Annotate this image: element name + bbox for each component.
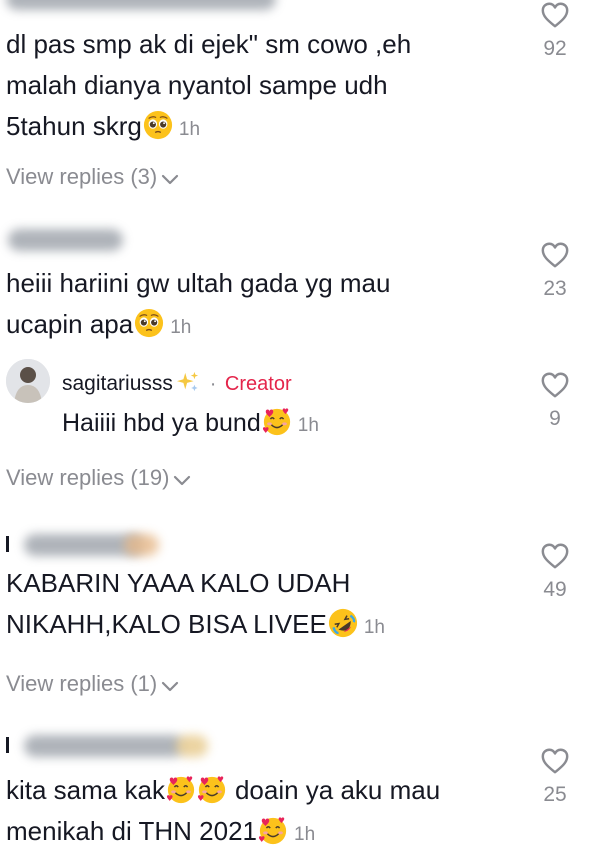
pleading-face-icon [134, 308, 164, 338]
heart-icon[interactable] [539, 240, 571, 270]
comment-text-line: dl pas smp ak di ejek" sm cowo ,eh [6, 29, 412, 59]
comment: kita sama kak doain ya aku mau menikah di… [6, 770, 440, 855]
comment-time: 1h [294, 824, 316, 845]
heart-icon[interactable] [539, 541, 571, 571]
commenter-username-blurred-wrap[interactable] [6, 532, 166, 558]
avatar[interactable] [6, 359, 50, 403]
comment-text-line: ucapin apa 1h [6, 304, 390, 348]
comment-text: menikah di THN 2021 [6, 816, 257, 846]
separator-dot: · [209, 373, 217, 395]
view-replies-label: View replies (3) [6, 164, 158, 189]
comment-text: 5tahun skrg [6, 111, 142, 141]
creator-username[interactable]: sagitariusss [62, 372, 173, 395]
like-count: 23 [543, 277, 567, 300]
comment-text-line: NIKAHH,KALO BISA LIVEE 1h [6, 604, 385, 648]
smiling-face-with-hearts-icon [166, 774, 196, 804]
comment-text-line: kita sama kak doain ya aku mau [6, 770, 440, 811]
sparkles-icon [177, 371, 199, 392]
comment-text-line: malah dianya nyantol sampe udh [6, 70, 388, 100]
comment-text-line: heiii hariini gw ultah gada yg mau [6, 268, 391, 298]
like-control[interactable]: 49 [520, 541, 590, 602]
comment-text: doain ya aku mau [234, 775, 441, 805]
view-replies-button[interactable]: View replies (19) [6, 465, 191, 491]
view-replies-button[interactable]: View replies (3) [6, 164, 179, 190]
reply-text: Haiiii hbd ya bund [62, 409, 261, 437]
reply-header: sagitariusss · Creator [62, 371, 292, 396]
comment-text: kita sama kak [6, 775, 165, 805]
like-control[interactable]: 25 [520, 746, 590, 807]
comment-text: NIKAHH,KALO BISA LIVEE [6, 609, 327, 639]
commenter-username-blurred[interactable] [6, 0, 276, 10]
comment: heiii hariini gw ultah gada yg mau ucapi… [6, 263, 390, 348]
like-count: 9 [549, 407, 561, 430]
pleading-face-icon [143, 110, 173, 140]
view-replies-label: View replies (1) [6, 671, 158, 696]
rolling-on-floor-laughing-icon [328, 608, 358, 638]
reply-time: 1h [297, 415, 319, 436]
heart-icon[interactable] [539, 746, 571, 776]
like-control[interactable]: 9 [520, 370, 590, 431]
like-count: 25 [543, 783, 567, 806]
view-replies-button[interactable]: View replies (1) [6, 671, 179, 697]
view-replies-label: View replies (19) [6, 465, 170, 490]
smiling-face-with-hearts-icon [197, 774, 227, 804]
comment-text-line: menikah di THN 2021 1h [6, 811, 440, 855]
chevron-down-icon [161, 681, 179, 693]
comment-text-line: KABARIN YAAA KALO UDAH [6, 568, 351, 598]
comment: dl pas smp ak di ejek" sm cowo ,eh malah… [6, 24, 411, 150]
comment-text-line: 5tahun skrg 1h [6, 106, 411, 150]
commenter-username-blurred-wrap[interactable] [6, 733, 216, 759]
like-count: 49 [543, 578, 567, 601]
comment-time: 1h [178, 119, 201, 140]
smiling-face-with-hearts-icon [258, 815, 288, 845]
avatar-image [6, 359, 50, 403]
like-control[interactable]: 92 [520, 0, 590, 61]
comment: KABARIN YAAA KALO UDAH NIKAHH,KALO BISA … [6, 563, 385, 648]
heart-icon[interactable] [539, 0, 571, 30]
chevron-down-icon [173, 475, 191, 487]
heart-icon[interactable] [539, 370, 571, 400]
smiling-face-with-hearts-icon [262, 406, 292, 436]
commenter-username-blurred[interactable] [8, 229, 123, 251]
comment-time: 1h [363, 617, 385, 638]
chevron-down-icon [161, 174, 179, 186]
comment-text: ucapin apa [6, 309, 134, 339]
like-count: 92 [543, 37, 567, 60]
comment-time: 1h [170, 317, 192, 338]
creator-badge: Creator [224, 373, 292, 395]
reply-text-line: Haiiii hbd ya bund 1h [62, 403, 319, 446]
like-control[interactable]: 23 [520, 240, 590, 301]
